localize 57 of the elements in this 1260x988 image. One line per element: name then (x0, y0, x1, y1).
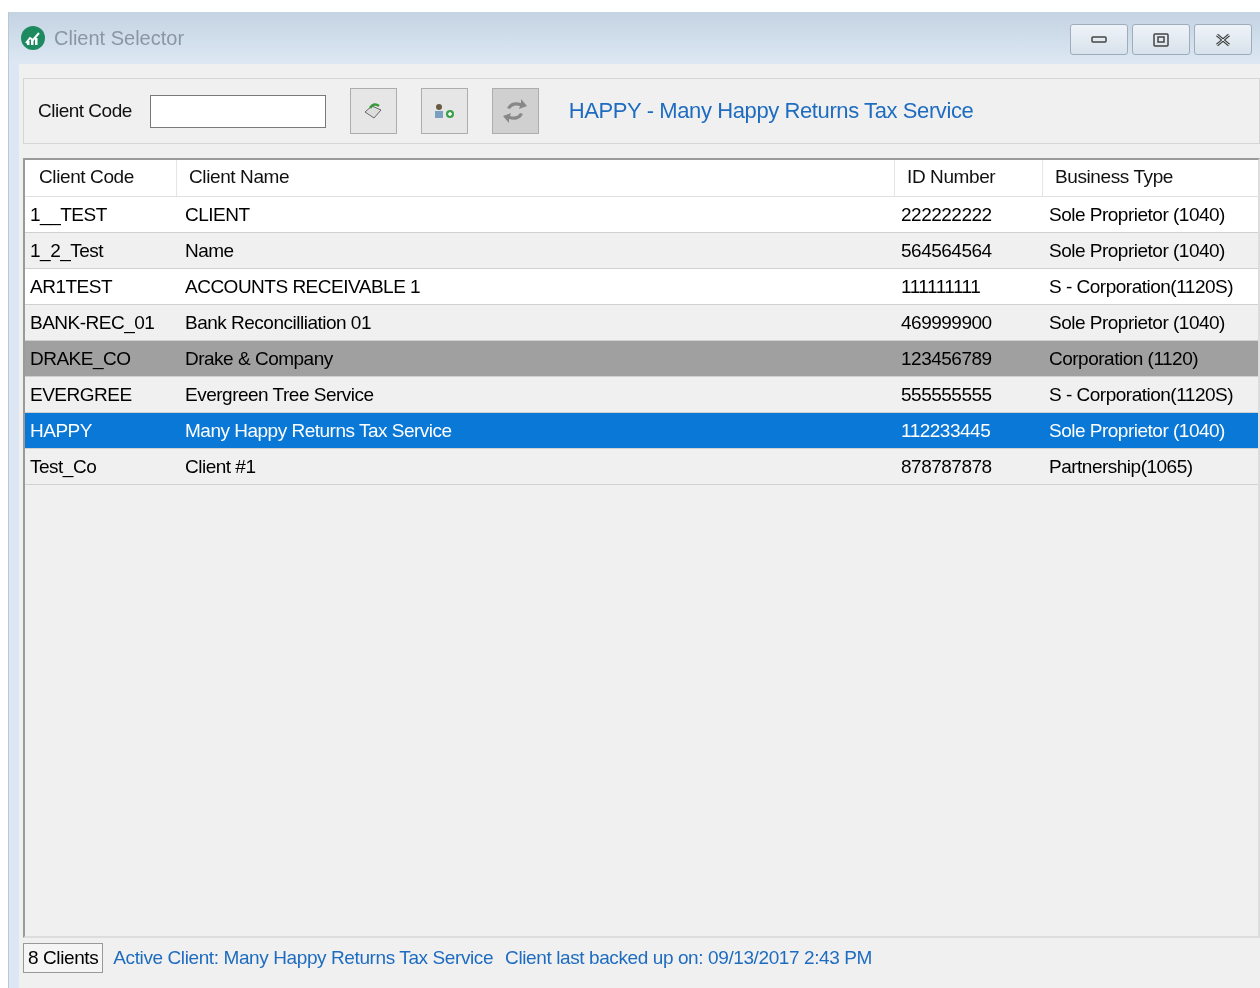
chart-logo-icon (21, 26, 45, 50)
table-cell-text: 469999900 (900, 311, 993, 334)
close-icon (1215, 32, 1231, 47)
table-row[interactable]: DRAKE_CO Drake & Company 123456789 Corporation (1120) (25, 341, 1258, 377)
table-cell-text: Evergreen Tree Service (184, 383, 375, 406)
minimize-icon (1091, 35, 1107, 44)
table-cell-text: EVERGREE (29, 383, 133, 406)
open-folder-button[interactable] (349, 88, 397, 134)
table-cell-text: Bank Reconcilliation 01 (184, 311, 372, 334)
table-cell-text: S - Corporation(1120S) (1048, 275, 1235, 298)
add-client-button[interactable] (420, 88, 468, 134)
table-cell-text: Sole Proprietor (1040) (1048, 311, 1226, 334)
table-row[interactable]: HAPPY Many Happy Returns Tax Service 112233445 Sole Proprietor (1040) (25, 413, 1258, 449)
column-header[interactable]: ID Number (895, 160, 1043, 196)
table-cell-text: 1_2_Test (29, 239, 105, 262)
column-header[interactable]: Client Name (177, 160, 895, 196)
table-cell-text: Many Happy Returns Tax Service (184, 419, 453, 442)
table-cell-text: ACCOUNTS RECEIVABLE 1 (184, 275, 422, 298)
table-cell-text: 1__TEST (29, 203, 108, 226)
table-cell-text: 112233445 (900, 419, 992, 442)
client-code-label: Client Code (38, 100, 132, 122)
refresh-button[interactable] (491, 88, 539, 134)
client-code-field[interactable] (149, 94, 326, 128)
table-cell-text: AR1TEST (29, 275, 114, 298)
current-client-text: HAPPY - Many Happy Returns Tax Service (568, 98, 974, 124)
table-cell-text: Corporation (1120) (1048, 347, 1200, 370)
close-button[interactable] (1194, 24, 1252, 55)
table-cell-text: 564564564 (900, 239, 993, 262)
table-cell-text: Partnership(1065) (1048, 455, 1194, 478)
table-cell-text: 555555555 (900, 383, 993, 406)
table-cell-text: Name (184, 239, 235, 262)
table-cell-text: 878787878 (900, 455, 993, 478)
table-cell-text: S - Corporation(1120S) (1048, 383, 1235, 406)
maximize-icon (1153, 32, 1169, 47)
table-cell-text: Client #1 (184, 455, 257, 478)
table-cell-text: DRAKE_CO (29, 347, 132, 370)
table-cell-text: Sole Proprietor (1040) (1048, 239, 1226, 262)
table-cell-text: Sole Proprietor (1040) (1048, 419, 1226, 442)
minimize-button[interactable] (1070, 24, 1128, 55)
table-cell-text: Drake & Company (184, 347, 334, 370)
active-client-text: Active Client: Many Happy Returns Tax Service (113, 947, 494, 969)
table-cell-text: 123456789 (900, 347, 993, 370)
table-row[interactable]: AR1TEST ACCOUNTS RECEIVABLE 1 111111111 S - Corporation(1120S) (25, 269, 1258, 305)
window-title: Client Selector (54, 26, 185, 50)
column-header[interactable]: Client Code (25, 160, 177, 196)
table-cell-text: Sole Proprietor (1040) (1048, 203, 1226, 226)
table-cell-text: BANK-REC_01 (29, 311, 156, 334)
maximize-button[interactable] (1132, 24, 1190, 55)
table-cell-text: CLIENT (184, 203, 251, 226)
table-cell-text: HAPPY (29, 419, 93, 442)
table-cell-text: 111111111 (900, 275, 982, 298)
table-row[interactable]: 1__TEST CLIENT 222222222 Sole Proprietor (1040) (25, 197, 1258, 233)
column-header[interactable]: Business Type (1043, 160, 1258, 196)
client-count: 8 Clients (23, 943, 104, 973)
table-cell-text: Test_Co (29, 455, 98, 478)
backup-text: Client last backed up on: 09/13/2017 2:43 PM (505, 947, 872, 969)
table-cell-text: 222222222 (900, 203, 993, 226)
